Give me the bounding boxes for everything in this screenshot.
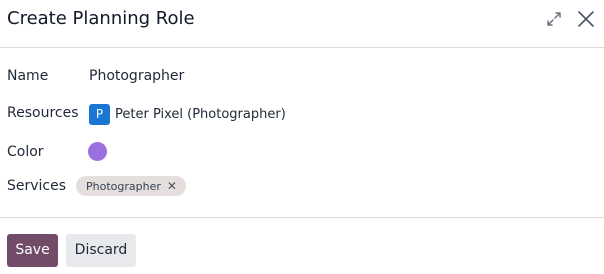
discard-button[interactable]: Discard bbox=[66, 234, 136, 267]
create-planning-role-dialog: Create Planning Role Name Photographer R… bbox=[0, 0, 604, 274]
name-input[interactable]: Photographer bbox=[89, 66, 184, 86]
resource-name[interactable]: Peter Pixel (Photographer) bbox=[115, 107, 286, 122]
service-tag-label: Photographer bbox=[86, 179, 161, 193]
service-tag[interactable]: Photographer ✕ bbox=[76, 176, 186, 196]
dialog-header: Create Planning Role bbox=[0, 0, 604, 48]
name-label: Name bbox=[7, 68, 49, 84]
remove-tag-icon[interactable]: ✕ bbox=[167, 180, 177, 192]
services-label: Services bbox=[7, 178, 67, 194]
color-picker[interactable] bbox=[88, 142, 107, 161]
dialog-title: Create Planning Role bbox=[7, 8, 195, 29]
dialog-footer: Save Discard bbox=[0, 217, 604, 274]
close-icon[interactable] bbox=[577, 10, 595, 28]
avatar: P bbox=[89, 103, 110, 125]
resource-item[interactable]: P Peter Pixel (Photographer) bbox=[89, 103, 286, 125]
resources-label: Resources bbox=[7, 105, 79, 121]
expand-icon[interactable] bbox=[545, 10, 563, 28]
save-button[interactable]: Save bbox=[7, 234, 58, 267]
color-label: Color bbox=[7, 144, 44, 160]
